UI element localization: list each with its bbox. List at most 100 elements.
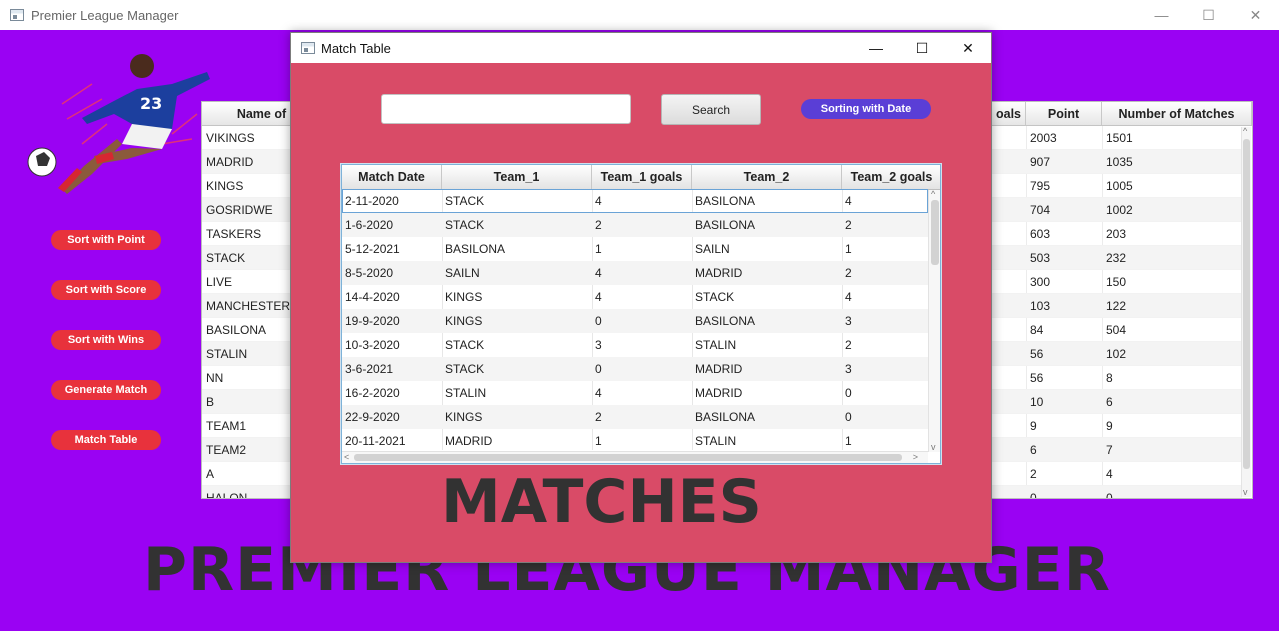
team-2-cell: BASILONA <box>695 410 756 424</box>
table-row[interactable]: 1-6-2020 STACK 2 BASILONA 2 <box>342 213 928 237</box>
main-titlebar: Premier League Manager — ☐ ✕ <box>0 0 1279 30</box>
team-1-goals-cell: 0 <box>595 362 602 376</box>
point-cell: 2 <box>1030 467 1037 481</box>
match-table-vertical-scrollbar[interactable]: ^ v <box>928 189 940 452</box>
matches-cell: 122 <box>1106 299 1127 313</box>
table-row[interactable]: 19-9-2020 KINGS 0 BASILONA 3 <box>342 309 928 333</box>
match-date-cell: 20-11-2021 <box>345 434 406 448</box>
team-2-cell: SAILN <box>695 242 730 256</box>
column-header-matches[interactable]: Number of Matches <box>1102 102 1252 126</box>
table-row[interactable]: 10-3-2020 STACK 3 STALIN 2 <box>342 333 928 357</box>
match-table-horizontal-scrollbar[interactable]: < > <box>342 451 928 463</box>
column-header-team-2[interactable]: Team_2 <box>692 165 842 190</box>
sort-with-point-button[interactable]: Sort with Point <box>51 230 161 250</box>
point-cell: 56 <box>1030 347 1044 361</box>
scrollbar-thumb[interactable] <box>931 200 939 265</box>
point-cell: 9 <box>1030 419 1037 433</box>
search-input[interactable] <box>381 94 631 124</box>
dialog-titlebar: Match Table — ☐ ✕ <box>291 33 991 63</box>
match-date-cell: 16-2-2020 <box>345 386 400 400</box>
team-1-goals-cell: 4 <box>595 266 602 280</box>
team-2-goals-cell: 3 <box>845 314 852 328</box>
team-1-goals-cell: 2 <box>595 410 602 424</box>
column-header-team-1[interactable]: Team_1 <box>442 165 592 190</box>
team-1-cell: MADRID <box>445 434 493 448</box>
team-1-goals-cell: 1 <box>595 434 602 448</box>
sort-with-score-button[interactable]: Sort with Score <box>51 280 161 300</box>
scroll-down-arrow-icon[interactable]: v <box>931 442 936 452</box>
point-cell: 0 <box>1030 491 1037 499</box>
matches-cell: 4 <box>1106 467 1113 481</box>
table-row[interactable]: 16-2-2020 STALIN 4 MADRID 0 <box>342 381 928 405</box>
table-row[interactable]: 8-5-2020 SAILN 4 MADRID 2 <box>342 261 928 285</box>
team-2-cell: MADRID <box>695 266 743 280</box>
scrollbar-thumb[interactable] <box>1243 139 1250 469</box>
dialog-close-button[interactable]: ✕ <box>945 33 991 63</box>
team-2-cell: STACK <box>695 290 735 304</box>
dialog-maximize-button[interactable]: ☐ <box>899 33 945 63</box>
column-header-team-1-goals[interactable]: Team_1 goals <box>592 165 692 190</box>
soccer-player-image: 23 <box>27 54 210 194</box>
match-table-dialog: Match Table — ☐ ✕ Search Sorting with Da… <box>290 32 992 563</box>
scroll-right-arrow-icon[interactable]: > <box>913 452 918 462</box>
matches-cell: 232 <box>1106 251 1127 265</box>
table-row[interactable]: 14-4-2020 KINGS 4 STACK 4 <box>342 285 928 309</box>
team-2-goals-cell: 3 <box>845 362 852 376</box>
scrollbar-thumb[interactable] <box>354 454 902 461</box>
column-header-match-date[interactable]: Match Date <box>342 165 442 190</box>
point-cell: 56 <box>1030 371 1044 385</box>
scroll-up-arrow-icon[interactable]: ^ <box>1243 126 1247 136</box>
column-header-team-2-goals[interactable]: Team_2 goals <box>842 165 940 190</box>
app-icon <box>10 9 24 21</box>
dialog-app-icon <box>301 42 315 54</box>
team-2-cell: STALIN <box>695 338 737 352</box>
player-head <box>130 54 154 78</box>
dialog-minimize-button[interactable]: — <box>853 33 899 63</box>
team-2-cell: MADRID <box>695 362 743 376</box>
jersey-number: 23 <box>140 94 162 113</box>
minimize-button[interactable]: — <box>1138 0 1185 30</box>
team-2-goals-cell: 2 <box>845 338 852 352</box>
team-1-cell: KINGS <box>445 290 483 304</box>
dialog-title: Match Table <box>321 40 391 56</box>
column-header-point[interactable]: Point <box>1026 102 1102 126</box>
table-row[interactable]: 2-11-2020 STACK 4 BASILONA 4 <box>342 189 928 213</box>
matches-cell: 0 <box>1106 491 1113 499</box>
sort-with-wins-button[interactable]: Sort with Wins <box>51 330 161 350</box>
point-cell: 503 <box>1030 251 1051 265</box>
scroll-down-arrow-icon[interactable]: v <box>1243 487 1248 497</box>
sort-with-date-button[interactable]: Sorting with Date <box>801 99 931 119</box>
team-1-goals-cell: 2 <box>595 218 602 232</box>
match-table[interactable]: Match Date Team_1 Team_1 goals Team_2 Te… <box>341 164 941 464</box>
point-cell: 103 <box>1030 299 1051 313</box>
scroll-left-arrow-icon[interactable]: < <box>344 452 349 462</box>
maximize-button[interactable]: ☐ <box>1185 0 1232 30</box>
team-2-cell: MADRID <box>695 386 743 400</box>
table-row[interactable]: 22-9-2020 KINGS 2 BASILONA 0 <box>342 405 928 429</box>
point-cell: 2003 <box>1030 131 1057 145</box>
team-1-cell: BASILONA <box>445 242 506 256</box>
match-date-cell: 22-9-2020 <box>345 410 400 424</box>
match-date-cell: 1-6-2020 <box>345 218 394 232</box>
generate-match-button[interactable]: Generate Match <box>51 380 161 400</box>
match-table-button[interactable]: Match Table <box>51 430 161 450</box>
matches-cell: 7 <box>1106 443 1113 457</box>
league-table-scrollbar[interactable]: ^ v <box>1241 126 1251 497</box>
table-row[interactable]: 20-11-2021 MADRID 1 STALIN 1 <box>342 429 928 453</box>
dialog-window-controls: — ☐ ✕ <box>853 33 991 63</box>
table-row[interactable]: 5-12-2021 BASILONA 1 SAILN 1 <box>342 237 928 261</box>
close-button[interactable]: ✕ <box>1232 0 1279 30</box>
matches-cell: 1501 <box>1106 131 1133 145</box>
team-1-cell: STACK <box>445 338 485 352</box>
table-row[interactable]: 3-6-2021 STACK 0 MADRID 3 <box>342 357 928 381</box>
matches-cell: 1035 <box>1106 155 1133 169</box>
point-cell: 795 <box>1030 179 1051 193</box>
match-date-cell: 14-4-2020 <box>345 290 400 304</box>
team-1-cell: STALIN <box>445 386 487 400</box>
scroll-up-arrow-icon[interactable]: ^ <box>931 189 935 199</box>
search-button[interactable]: Search <box>661 94 761 125</box>
match-date-cell: 2-11-2020 <box>345 194 399 208</box>
point-cell: 907 <box>1030 155 1051 169</box>
matches-cell: 6 <box>1106 395 1113 409</box>
team-1-cell: STACK <box>445 194 485 208</box>
